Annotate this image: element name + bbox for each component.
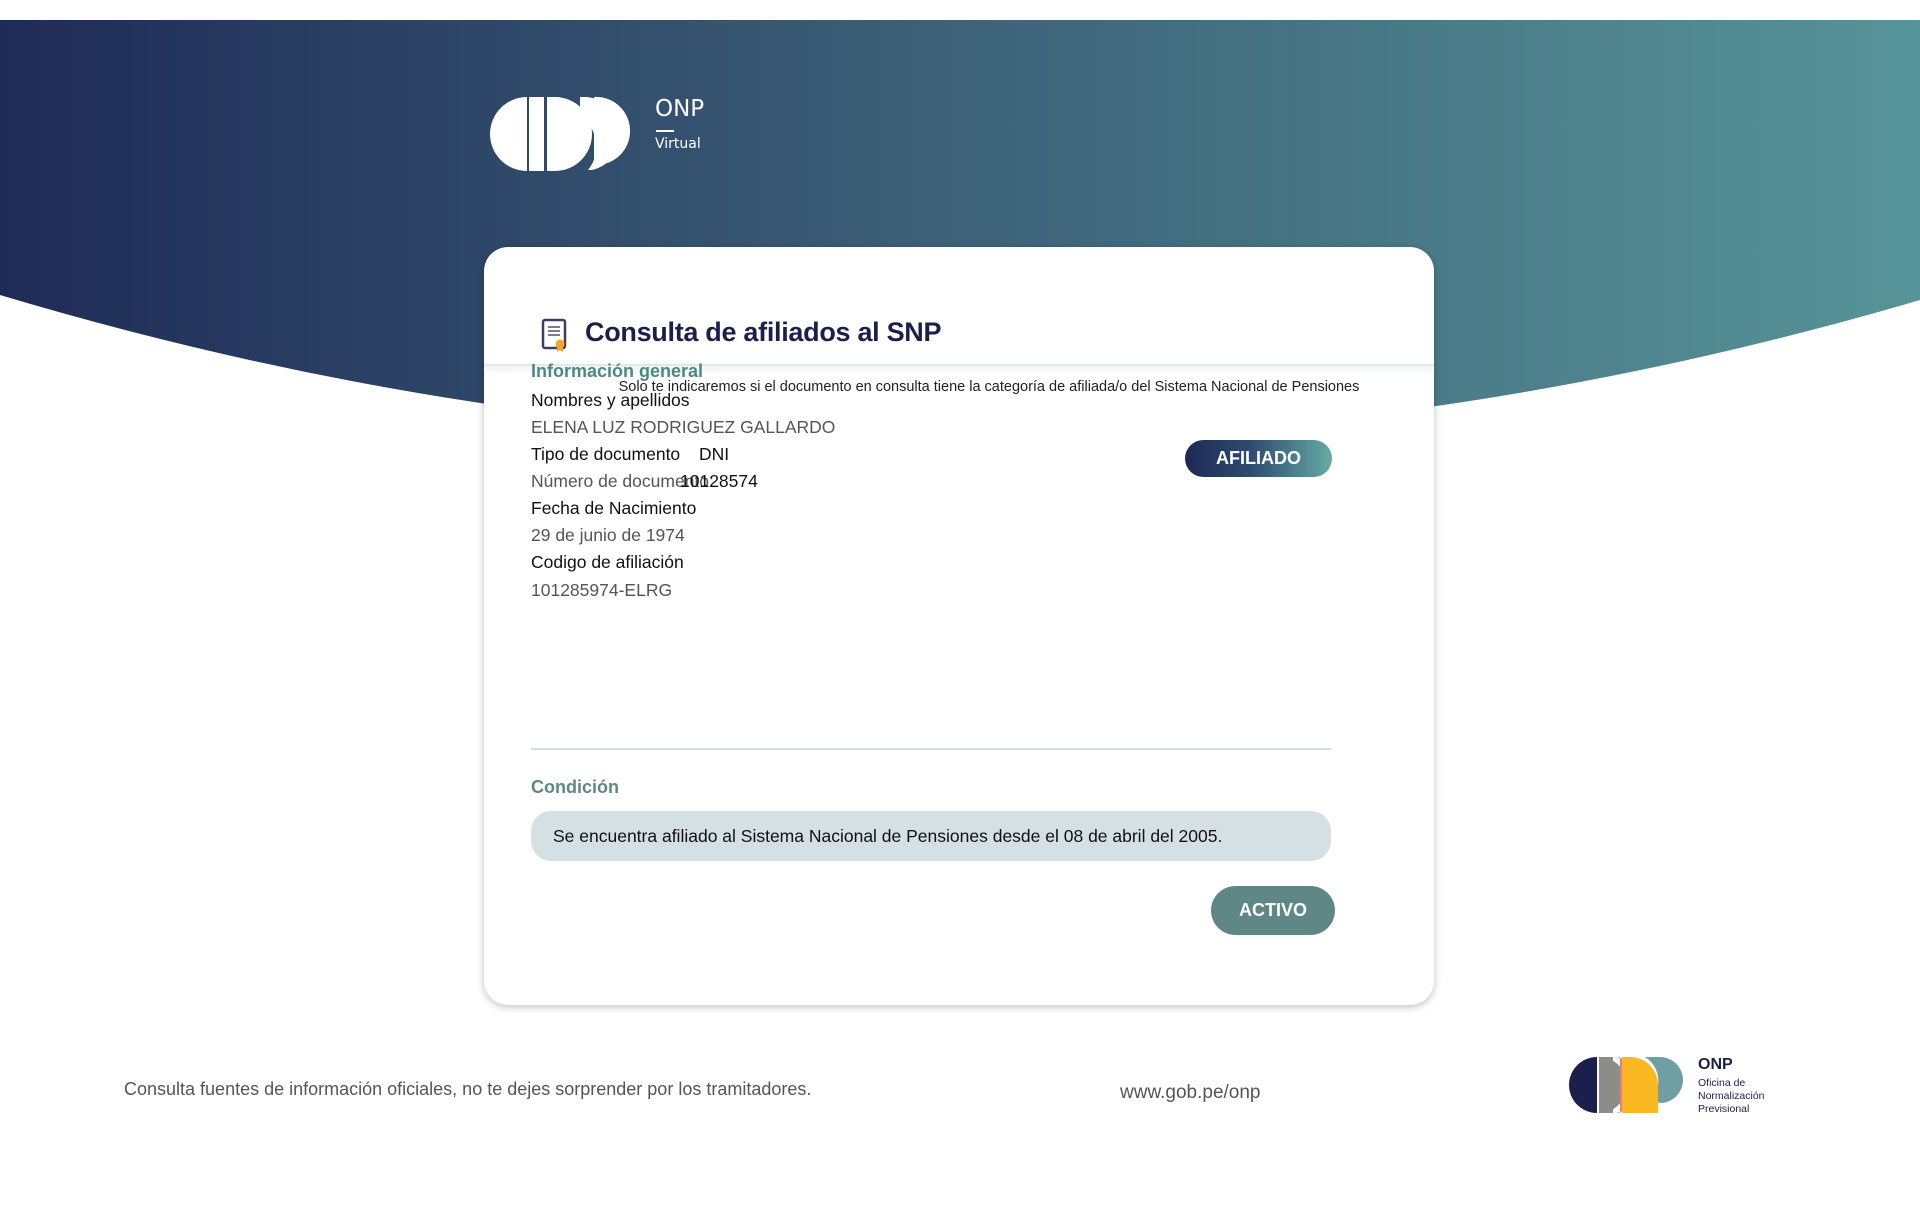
name-label: Nombres y apellidos: [531, 390, 690, 410]
footer-notice: Consulta fuentes de información oficiale…: [124, 1079, 812, 1099]
footer-url-link[interactable]: www.gob.pe/onp: [1120, 1082, 1261, 1104]
footer-logo-line3: Previsional: [1698, 1103, 1750, 1115]
logo-sub: Virtual: [655, 136, 701, 152]
footer-logo-line2: Normalización: [1698, 1090, 1765, 1102]
onp-logo-mark-icon: [490, 96, 631, 171]
section-condition-heading: Condición: [531, 777, 619, 797]
section-general-heading: Información general: [531, 361, 704, 381]
birth-label: Fecha de Nacimiento: [531, 498, 697, 518]
onp-color-logo-icon: [1569, 1057, 1683, 1113]
doc-number-value: 10128574: [680, 471, 758, 491]
certificate-document-icon: [541, 318, 567, 352]
code-value: 101285974-ELRG: [531, 580, 673, 600]
onp-footer-logo[interactable]: ONP Oficina de Normalización Previsional: [1568, 1056, 1788, 1116]
logo-brand: ONP: [655, 96, 705, 122]
condition-message: Se encuentra afiliado al Sistema Naciona…: [531, 811, 1331, 861]
page-title: Consulta de afiliados al SNP: [585, 317, 942, 347]
afiliado-status-badge: AFILIADO: [1185, 440, 1332, 477]
doc-type-value: DNI: [699, 444, 730, 464]
code-label: Codigo de afiliación: [531, 552, 684, 572]
logo-divider: [656, 130, 674, 132]
name-value: ELENA LUZ RODRIGUEZ GALLARDO: [531, 417, 836, 437]
onp-virtual-logo[interactable]: ONP Virtual: [490, 96, 710, 176]
birth-value: 29 de junio de 1974: [531, 525, 685, 545]
doc-type-label: Tipo de documento: [531, 444, 681, 464]
activo-status-button[interactable]: ACTIVO: [1211, 886, 1335, 935]
footer-logo-line1: Oficina de: [1698, 1077, 1746, 1089]
consulta-card: Consulta de afiliados al SNP Solo te ind…: [484, 247, 1434, 1005]
section-divider: [531, 748, 1331, 750]
footer-logo-brand: ONP: [1698, 1056, 1733, 1073]
